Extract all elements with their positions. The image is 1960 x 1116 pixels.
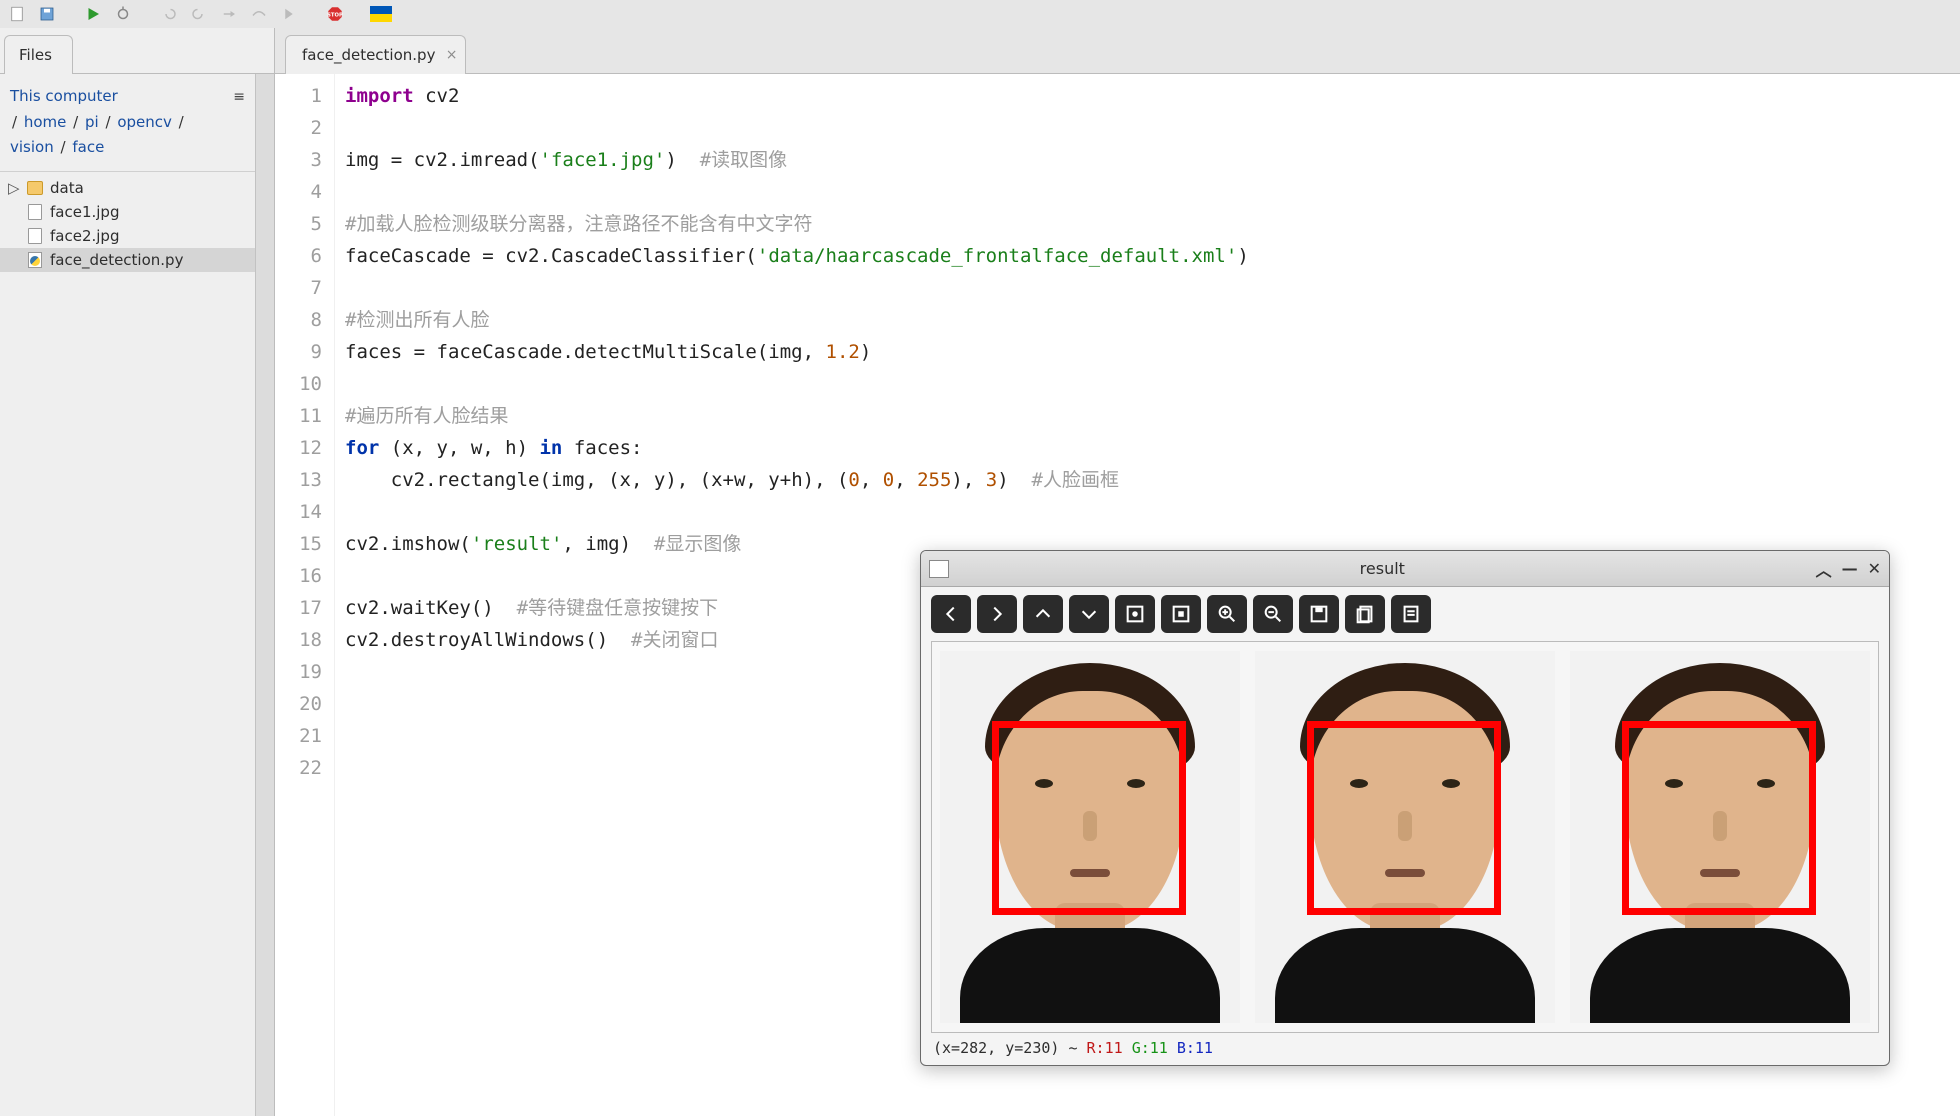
step-over-icon[interactable] [248, 3, 270, 25]
detected-face [1570, 651, 1870, 1023]
result-canvas [931, 641, 1879, 1033]
files-tab-label: Files [19, 46, 52, 64]
save-image-icon[interactable] [1299, 595, 1339, 633]
file-icon [26, 227, 44, 245]
files-tab[interactable]: Files [4, 35, 73, 74]
detection-rectangle [1622, 721, 1816, 915]
zoom-out-icon[interactable] [1253, 595, 1293, 633]
tree-item-label: face1.jpg [50, 203, 119, 221]
file-icon [26, 203, 44, 221]
stop-icon[interactable]: STOP [324, 3, 346, 25]
pixel-g: G:11 [1132, 1039, 1168, 1057]
nav-down-icon[interactable] [1069, 595, 1109, 633]
tree-item-label: face2.jpg [50, 227, 119, 245]
tree-item-label: face_detection.py [50, 251, 183, 269]
detection-rectangle [992, 721, 1186, 915]
window-icon [929, 560, 949, 578]
pixel-r: R:11 [1087, 1039, 1123, 1057]
files-panel: Files This computer / home / pi / opencv… [0, 28, 275, 1116]
tree-item[interactable]: face_detection.py [0, 248, 255, 272]
rollup-icon[interactable]: ︿ [1816, 557, 1832, 581]
properties-icon[interactable] [1391, 595, 1431, 633]
scrollbar[interactable] [255, 74, 274, 1116]
tree-item[interactable]: ▷ data [0, 176, 255, 200]
zoom-in-icon[interactable] [1207, 595, 1247, 633]
breadcrumb-seg[interactable]: home [24, 113, 67, 131]
flag-icon [370, 3, 392, 25]
python-file-icon [26, 251, 44, 269]
disclosure-icon[interactable]: ▷ [8, 179, 20, 197]
step-icon[interactable] [218, 3, 240, 25]
result-title: result [949, 559, 1816, 578]
nav-up-icon[interactable] [1023, 595, 1063, 633]
redo-icon[interactable] [188, 3, 210, 25]
breadcrumb-seg[interactable]: pi [85, 113, 99, 131]
detection-rectangle [1307, 721, 1501, 915]
undo-icon[interactable] [158, 3, 180, 25]
nav-back-icon[interactable] [931, 595, 971, 633]
result-toolbar [921, 587, 1889, 641]
app-toolbar: STOP [0, 0, 1960, 28]
minimize-icon[interactable]: — [1842, 559, 1858, 578]
breadcrumb-seg[interactable]: opencv [117, 113, 172, 131]
result-status: (x=282, y=230) ~ R:11 G:11 B:11 [921, 1033, 1889, 1065]
tree-item-label: data [50, 179, 84, 197]
fit-window-icon[interactable] [1115, 595, 1155, 633]
copy-icon[interactable] [1345, 595, 1385, 633]
continue-icon[interactable] [278, 3, 300, 25]
result-titlebar[interactable]: result ︿ — ✕ [921, 551, 1889, 587]
breadcrumb-seg[interactable]: This computer [10, 87, 118, 105]
tree-item[interactable]: face2.jpg [0, 224, 255, 248]
folder-icon [26, 179, 44, 197]
new-file-icon[interactable] [6, 3, 28, 25]
original-size-icon[interactable] [1161, 595, 1201, 633]
pixel-b: B:11 [1177, 1039, 1213, 1057]
save-icon[interactable] [36, 3, 58, 25]
breadcrumb-menu-icon[interactable]: ≡ [233, 86, 245, 110]
line-gutter: 12345678910111213141516171819202122 [275, 74, 335, 1116]
run-icon[interactable] [82, 3, 104, 25]
tree-item[interactable]: face1.jpg [0, 200, 255, 224]
debug-icon[interactable] [112, 3, 134, 25]
result-window[interactable]: result ︿ — ✕ [920, 550, 1890, 1066]
breadcrumb: This computer / home / pi / opencv / vis… [0, 74, 255, 171]
cursor-coords: (x=282, y=230) ~ [933, 1039, 1087, 1057]
detected-face [940, 651, 1240, 1023]
svg-text:STOP: STOP [327, 12, 343, 18]
close-icon[interactable]: ✕ [1868, 559, 1881, 578]
nav-forward-icon[interactable] [977, 595, 1017, 633]
editor-tab-label: face_detection.py [302, 46, 435, 64]
file-tree[interactable]: ▷ data face1.jpg face2.jpg face_detection.py [0, 171, 255, 1116]
breadcrumb-seg[interactable]: vision [10, 138, 54, 156]
detected-face [1255, 651, 1555, 1023]
breadcrumb-seg[interactable]: face [72, 138, 104, 156]
close-tab-icon[interactable]: × [446, 47, 458, 63]
editor-tab[interactable]: face_detection.py × [285, 35, 466, 74]
